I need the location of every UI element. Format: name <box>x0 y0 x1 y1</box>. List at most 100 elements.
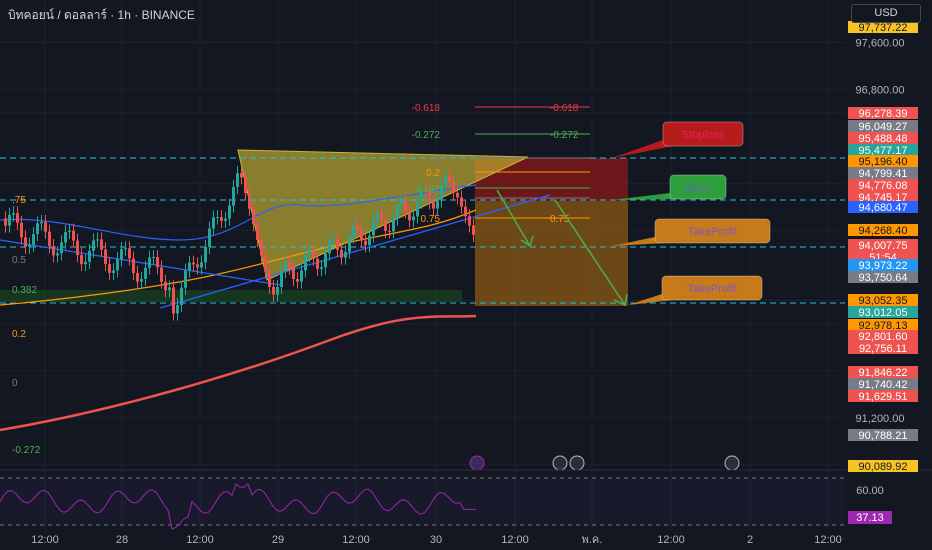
currency-button[interactable]: USD <box>851 4 921 23</box>
price-label: 93,012.05 <box>859 307 908 319</box>
chart[interactable]: -0.618 -0.618-0.272 -0.27200.20.3820.50.75… <box>0 0 932 550</box>
symbol-title[interactable]: บิทคอยน์ / ดอลลาร์ · 1h · BINANCE <box>8 6 195 25</box>
candle <box>404 201 407 212</box>
price-label: 96,278.39 <box>859 108 908 120</box>
candle <box>288 262 291 268</box>
candle <box>236 173 239 188</box>
candle <box>228 205 231 219</box>
candle <box>20 222 23 238</box>
candle <box>76 240 79 256</box>
price-label: 94,680.47 <box>859 202 908 214</box>
candle <box>148 257 151 268</box>
candle <box>248 193 251 209</box>
candle <box>140 278 143 282</box>
shaded-zones <box>0 149 628 306</box>
left-fib-label: 0.382 <box>12 285 37 296</box>
candle <box>64 231 67 243</box>
left-fib-label: -0.272 <box>12 445 41 456</box>
candle <box>128 248 131 259</box>
candle <box>284 262 287 272</box>
candle <box>220 216 223 221</box>
fib-label: 0.2 <box>426 168 440 179</box>
price-label: 97,737.22 <box>859 22 908 34</box>
left-fib-label: 0.5 <box>12 255 26 266</box>
candle <box>192 262 195 265</box>
price-label: 92,756.11 <box>859 343 907 355</box>
candle <box>440 184 443 201</box>
candle <box>24 237 27 247</box>
candle <box>356 225 359 230</box>
candle <box>120 249 123 260</box>
flash-icon <box>469 455 485 471</box>
candle <box>156 256 159 268</box>
price-label: 95,196.40 <box>859 156 908 168</box>
candle <box>380 213 383 221</box>
candle <box>308 250 311 256</box>
candle <box>164 281 167 291</box>
left-fib-label: 0.2 <box>12 329 26 340</box>
us-flag-icon <box>569 455 585 471</box>
candle <box>244 177 247 194</box>
rsi-current-label: 37.13 <box>856 512 884 524</box>
left-fib-label: .75 <box>12 195 26 206</box>
candle <box>388 231 391 233</box>
candle <box>412 216 415 221</box>
candle <box>196 264 199 268</box>
candle <box>264 255 267 272</box>
price-label: 96,049.27 <box>859 121 908 133</box>
candle <box>8 214 11 226</box>
time-axis[interactable]: 12:00 28 12:00 29 12:00 30 12:00 พ.ค. 12:00 2 12:0… <box>31 534 842 546</box>
candle <box>256 224 259 240</box>
time-tick-label: 12:00 <box>657 534 685 546</box>
candle <box>60 242 63 254</box>
candle <box>240 173 243 178</box>
price-tick-label: 91,200.00 <box>856 413 905 425</box>
fib-label-right: -0.618 <box>550 103 579 114</box>
candle <box>204 246 207 263</box>
candle <box>124 248 127 250</box>
candle <box>172 287 175 314</box>
candle <box>48 231 51 247</box>
candle <box>416 201 419 217</box>
candle <box>232 187 235 206</box>
candle <box>68 230 71 232</box>
candle <box>84 261 87 265</box>
candle <box>376 213 379 220</box>
callout-label: TakeProfit <box>688 226 737 238</box>
candle <box>224 218 227 221</box>
price-label: 94,007.75 <box>859 240 908 252</box>
candle <box>176 305 179 314</box>
candle <box>56 253 59 256</box>
candle <box>276 286 279 295</box>
fib-label: -0.618 <box>412 103 441 114</box>
grid <box>0 0 845 530</box>
price-axis[interactable]: 97,600.0096,800.0096,400.0095,200.0094,4… <box>848 21 918 473</box>
time-tick-label: 12:00 <box>31 534 59 546</box>
price-tick-label: 97,600.00 <box>856 38 905 50</box>
rsi-pane: 60.00 37.13 <box>0 469 932 530</box>
candle <box>252 208 255 225</box>
us-flag-icon <box>552 455 568 471</box>
candle <box>268 271 271 287</box>
candle <box>188 262 191 271</box>
candle <box>456 192 459 198</box>
price-label: 95,488.48 <box>859 133 908 145</box>
candle <box>312 250 315 259</box>
candle <box>280 271 283 287</box>
candle <box>100 239 103 250</box>
candle <box>400 201 403 205</box>
candle <box>36 223 39 234</box>
candle <box>208 228 211 247</box>
candle <box>348 236 351 252</box>
candle <box>468 216 471 226</box>
rsi-band <box>0 478 845 525</box>
price-label: 90,089.92 <box>859 461 908 473</box>
time-tick-label: 30 <box>430 534 442 546</box>
price-label: 94,268.40 <box>859 225 908 237</box>
candle <box>368 235 371 246</box>
time-tick-label: 12:00 <box>186 534 214 546</box>
candle <box>212 217 215 229</box>
candle <box>372 219 375 236</box>
rsi-tick-label: 60.00 <box>856 485 884 497</box>
fib-label-right: -0.272 <box>550 130 579 141</box>
